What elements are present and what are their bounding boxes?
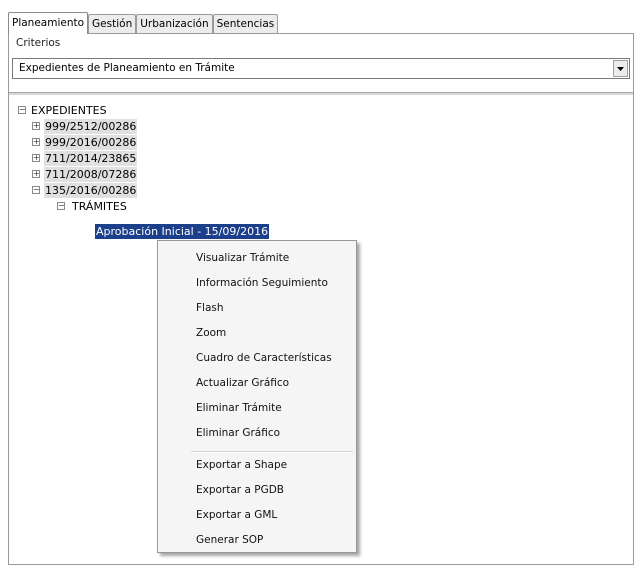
expand-icon[interactable]: + (32, 122, 40, 130)
tab-planeamiento[interactable]: Planeamiento (8, 12, 89, 34)
expand-icon[interactable]: + (32, 154, 40, 162)
menu-item-eliminar-grafico[interactable]: Eliminar Gráfico (196, 424, 280, 442)
tree-node-label: 135/2016/00286 (44, 183, 138, 198)
menu-item-exportar-pgdb[interactable]: Exportar a PGDB (196, 481, 284, 499)
tree-node-label: Aprobación Inicial - 15/09/2016 (95, 224, 270, 239)
menu-item-eliminar-tramite[interactable]: Eliminar Trámite (196, 399, 282, 417)
menu-item-generar-sop[interactable]: Generar SOP (196, 531, 263, 549)
tab-sentencias[interactable]: Sentencias (212, 14, 279, 34)
tree-node-label: 711/2008/07286 (44, 167, 138, 182)
splitter[interactable] (9, 92, 633, 95)
collapse-icon[interactable]: − (18, 106, 26, 114)
menu-item-exportar-shape[interactable]: Exportar a Shape (196, 456, 287, 474)
criteria-selected-value: Expedientes de Planeamiento en Trámite (19, 62, 235, 74)
chevron-down-icon (617, 66, 624, 71)
menu-item-visualizar-tramite[interactable]: Visualizar Trámite (196, 249, 289, 267)
dropdown-arrow-button[interactable] (613, 60, 628, 77)
menu-separator (191, 451, 353, 453)
expand-icon[interactable]: + (32, 138, 40, 146)
menu-item-actualizar-grafico[interactable]: Actualizar Gráfico (196, 374, 289, 392)
context-menu: Visualizar Trámite Información Seguimien… (157, 240, 357, 553)
tree-node-label: TRÁMITES (72, 200, 127, 213)
tree-node-label: 999/2016/00286 (44, 135, 138, 150)
menu-item-informacion-seguimiento[interactable]: Información Seguimiento (196, 274, 328, 292)
menu-item-zoom[interactable]: Zoom (196, 324, 226, 342)
criteria-label: Criterios (16, 37, 61, 49)
menu-item-exportar-gml[interactable]: Exportar a GML (196, 506, 277, 524)
tree-node-label: 999/2512/00286 (44, 119, 138, 134)
expand-icon[interactable]: + (32, 170, 40, 178)
tree-node-label: EXPEDIENTES (31, 104, 107, 117)
tab-gestion[interactable]: Gestión (88, 14, 137, 34)
tab-urbanizacion[interactable]: Urbanización (136, 14, 213, 34)
collapse-icon[interactable]: − (57, 202, 65, 210)
criteria-dropdown[interactable]: Expedientes de Planeamiento en Trámite (12, 58, 630, 79)
menu-item-flash[interactable]: Flash (196, 299, 224, 317)
menu-item-cuadro-caracteristicas[interactable]: Cuadro de Características (196, 349, 332, 367)
tree-node-label: 711/2014/23865 (44, 151, 138, 166)
tab-strip: Planeamiento Gestión Urbanización Senten… (8, 12, 279, 34)
collapse-icon[interactable]: − (32, 186, 40, 194)
